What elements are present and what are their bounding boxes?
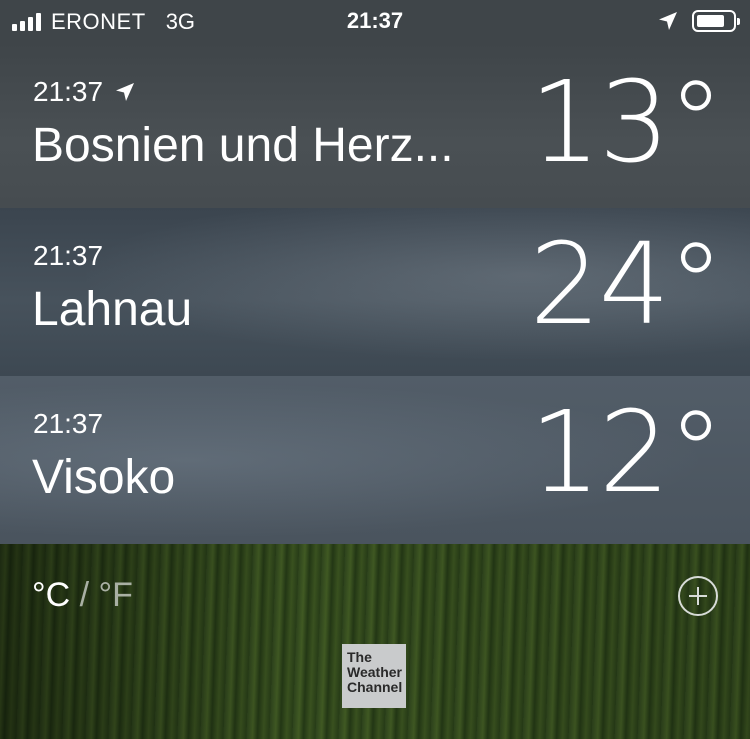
- weather-channel-logo[interactable]: The Weather Channel: [342, 644, 406, 708]
- location-name: Bosnien und Herz...: [32, 119, 454, 172]
- location-name: Lahnau: [32, 283, 193, 336]
- location-time: 21:37: [33, 240, 103, 272]
- battery-icon: [692, 10, 740, 32]
- logo-line: The: [347, 649, 372, 665]
- location-temperature: 13°: [529, 58, 724, 188]
- location-name: Visoko: [32, 451, 176, 504]
- unit-celsius[interactable]: °C: [32, 576, 70, 614]
- location-arrow-icon: [659, 12, 677, 30]
- location-arrow-icon: [116, 83, 135, 101]
- location-temperature: 24°: [529, 220, 724, 350]
- location-row-visoko[interactable]: 21:37 Visoko 12°: [0, 376, 750, 544]
- status-clock: 21:37: [346, 8, 404, 33]
- location-row-lahnau[interactable]: 21:37 Lahnau 24°: [0, 208, 750, 376]
- location-temperature: 12°: [529, 388, 724, 518]
- logo-line: Channel: [347, 679, 403, 695]
- status-bar: ERONET 3G 21:37: [0, 0, 750, 44]
- unit-fahrenheit[interactable]: °F: [99, 576, 133, 614]
- location-time: 21:37: [33, 408, 103, 440]
- unit-toggle[interactable]: °C / °F: [32, 576, 133, 615]
- location-time-text: 21:37: [33, 408, 104, 439]
- status-right: [658, 10, 740, 32]
- location-time-text: 21:37: [33, 240, 104, 271]
- logo-line: Weather: [347, 664, 402, 680]
- location-time-text: 21:37: [33, 76, 104, 107]
- location-time: 21:37: [33, 76, 135, 108]
- add-location-icon[interactable]: [678, 576, 718, 616]
- footer: °C / °F The Weather Channel: [0, 544, 750, 739]
- unit-separator: /: [79, 576, 90, 614]
- location-row-bosnien[interactable]: 21:37 Bosnien und Herz... 13°: [0, 44, 750, 208]
